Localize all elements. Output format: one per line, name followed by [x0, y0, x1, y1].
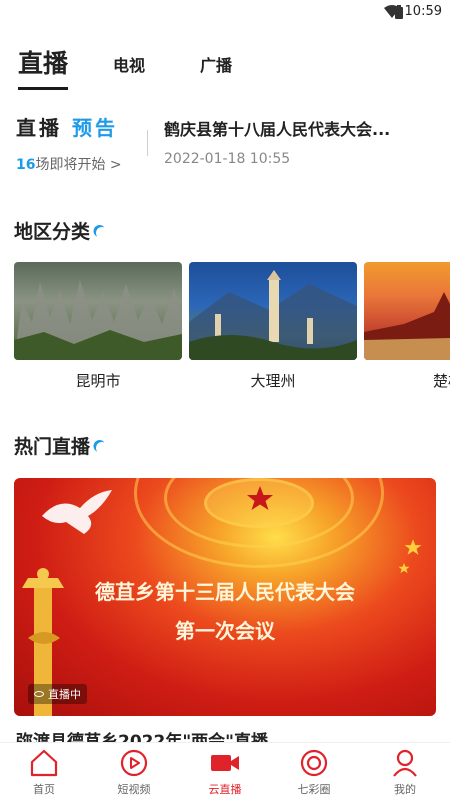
nav-profile[interactable]: 我的 — [370, 747, 440, 797]
nav-label: 我的 — [394, 783, 416, 796]
hot-section-title: 热门直播 — [14, 432, 108, 459]
status-time: 10:59 — [404, 4, 442, 19]
status-bar: 10:59 — [0, 0, 450, 24]
region-name: 昆明市 — [75, 372, 121, 390]
nav-circle[interactable]: 七彩圈 — [279, 747, 349, 797]
nav-label: 首页 — [33, 783, 55, 796]
home-icon — [30, 749, 58, 777]
nav-label: 短视频 — [117, 783, 151, 796]
preview-count[interactable]: 16场即将开始 > — [16, 154, 122, 174]
battery-icon — [395, 5, 403, 19]
nav-label: 七彩圈 — [297, 783, 331, 796]
hot-live-banner[interactable]: 德苴乡第十三届人民代表大会 第一次会议 直播中 — [14, 478, 436, 716]
region-card-dali[interactable]: 大理州 — [189, 262, 357, 391]
region-image-dali — [189, 262, 357, 360]
live-preview-card[interactable]: 直播 预告 16场即将开始 > 鹤庆县第十八届人民代表大会... 2022-01… — [0, 108, 450, 188]
play-circle-icon — [120, 749, 148, 777]
target-icon — [300, 749, 328, 777]
bottom-nav: 首页 短视频 云直播 七彩圈 我的 — [0, 742, 450, 800]
region-card-chuxiong[interactable]: 楚雄 — [364, 262, 450, 391]
user-icon — [393, 749, 417, 777]
region-name: 楚雄 — [432, 372, 450, 390]
banner-subline: 第一次会议 — [175, 619, 275, 643]
preview-title: 直播 预告 — [16, 116, 118, 140]
dove-icon — [42, 490, 112, 534]
star-emblem-icon — [247, 486, 273, 510]
region-name: 大理州 — [250, 372, 296, 390]
loading-icon — [94, 225, 109, 240]
live-badge: 直播中 — [28, 684, 87, 704]
nav-short-video[interactable]: 短视频 — [99, 747, 169, 797]
loading-icon — [94, 440, 109, 455]
region-list: 昆明市 大理州 楚雄 — [0, 262, 450, 402]
divider — [147, 130, 148, 156]
star-icon — [404, 539, 422, 555]
region-section-title: 地区分类 — [14, 217, 108, 244]
top-tabs: 直播 电视 广播 — [0, 40, 450, 90]
region-image-chuxiong — [364, 262, 450, 360]
nav-cloud-live[interactable]: 云直播 — [190, 747, 260, 797]
tab-radio[interactable]: 广播 — [200, 52, 232, 76]
banner-headline: 德苴乡第十三届人民代表大会 — [95, 580, 355, 604]
tab-tv[interactable]: 电视 — [113, 52, 145, 76]
preview-event-title[interactable]: 鹤庆县第十八届人民代表大会... — [164, 116, 444, 140]
preview-event-time: 2022-01-18 10:55 — [164, 151, 291, 167]
nav-label: 云直播 — [208, 783, 242, 796]
eye-icon — [34, 691, 44, 697]
region-card-kunming[interactable]: 昆明市 — [14, 262, 182, 391]
nav-home[interactable]: 首页 — [9, 747, 79, 797]
star-icon — [398, 562, 410, 574]
video-camera-icon — [211, 755, 239, 771]
region-image-kunming — [14, 262, 182, 360]
tab-live[interactable]: 直播 — [18, 44, 69, 90]
